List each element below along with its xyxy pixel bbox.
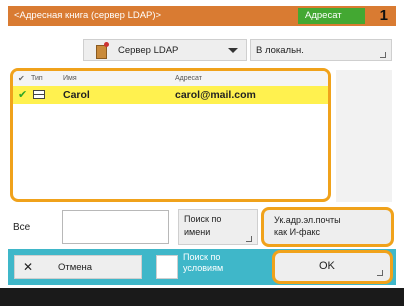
search-by-conditions-toggle[interactable]	[156, 255, 178, 279]
ok-label: OK	[319, 260, 335, 272]
search-by-name-label-1: Поиск по	[184, 214, 222, 224]
screen-title: <Адресная книга (сервер LDAP)>	[14, 10, 162, 21]
corner-arrow-icon	[377, 270, 383, 276]
entry-name: Carol	[63, 89, 90, 101]
search-by-conditions-line-1: Поиск по	[183, 252, 221, 262]
selected-check-icon: ✔	[18, 89, 28, 101]
email-icon	[33, 90, 45, 99]
corner-arrow-icon	[380, 52, 386, 58]
search-input[interactable]	[62, 210, 169, 244]
ok-button[interactable]: OK	[272, 250, 393, 284]
email-as-ifax-label-2: как И-факс	[274, 227, 320, 237]
email-as-ifax-label-1: Ук.адр.эл.почты	[274, 215, 341, 225]
email-as-ifax-button[interactable]: Ук.адр.эл.почты как И-факс	[261, 207, 394, 247]
cancel-label: Отмена	[58, 262, 93, 273]
search-by-conditions-line-2: условиям	[183, 263, 224, 273]
close-icon: ✕	[23, 260, 34, 274]
source-selected-value: Сервер LDAP	[118, 45, 179, 56]
list-scroll-area[interactable]	[336, 70, 392, 202]
corner-arrow-icon	[246, 236, 252, 242]
search-by-name-button[interactable]: Поиск по имени	[178, 209, 258, 245]
search-by-name-label-2: имени	[184, 227, 211, 237]
footer-bar: ✕ Отмена Поиск по условиям OK	[8, 249, 396, 285]
title-bar: <Адресная книга (сервер LDAP)> Адресат 1	[8, 6, 396, 26]
column-type: Тип	[31, 75, 43, 82]
status-bar	[0, 288, 404, 306]
destination-tab[interactable]: Адресат	[298, 8, 365, 24]
to-local-button[interactable]: В локальн.	[250, 39, 392, 61]
list-header: ✔ Тип Имя Адресат	[13, 71, 328, 86]
destination-count: 1	[379, 7, 388, 24]
header-check-icon: ✔	[18, 74, 25, 83]
address-list: ✔ Тип Имя Адресат ✔ Carol carol@mail.com	[10, 68, 331, 202]
entry-address: carol@mail.com	[175, 89, 256, 101]
address-book-source-select[interactable]: Сервер LDAP	[83, 39, 247, 61]
to-local-label: В локальн.	[256, 45, 304, 56]
column-name: Имя	[63, 75, 77, 82]
all-label: Все	[13, 222, 31, 233]
list-item[interactable]: ✔ Carol carol@mail.com	[13, 86, 328, 104]
cancel-button[interactable]: ✕ Отмена	[14, 255, 142, 279]
search-by-conditions-label: Поиск по условиям	[183, 252, 223, 274]
column-address: Адресат	[175, 75, 202, 82]
ldap-server-icon	[96, 42, 109, 59]
dropdown-arrow-icon	[228, 48, 238, 53]
destination-tab-label: Адресат	[305, 10, 342, 21]
